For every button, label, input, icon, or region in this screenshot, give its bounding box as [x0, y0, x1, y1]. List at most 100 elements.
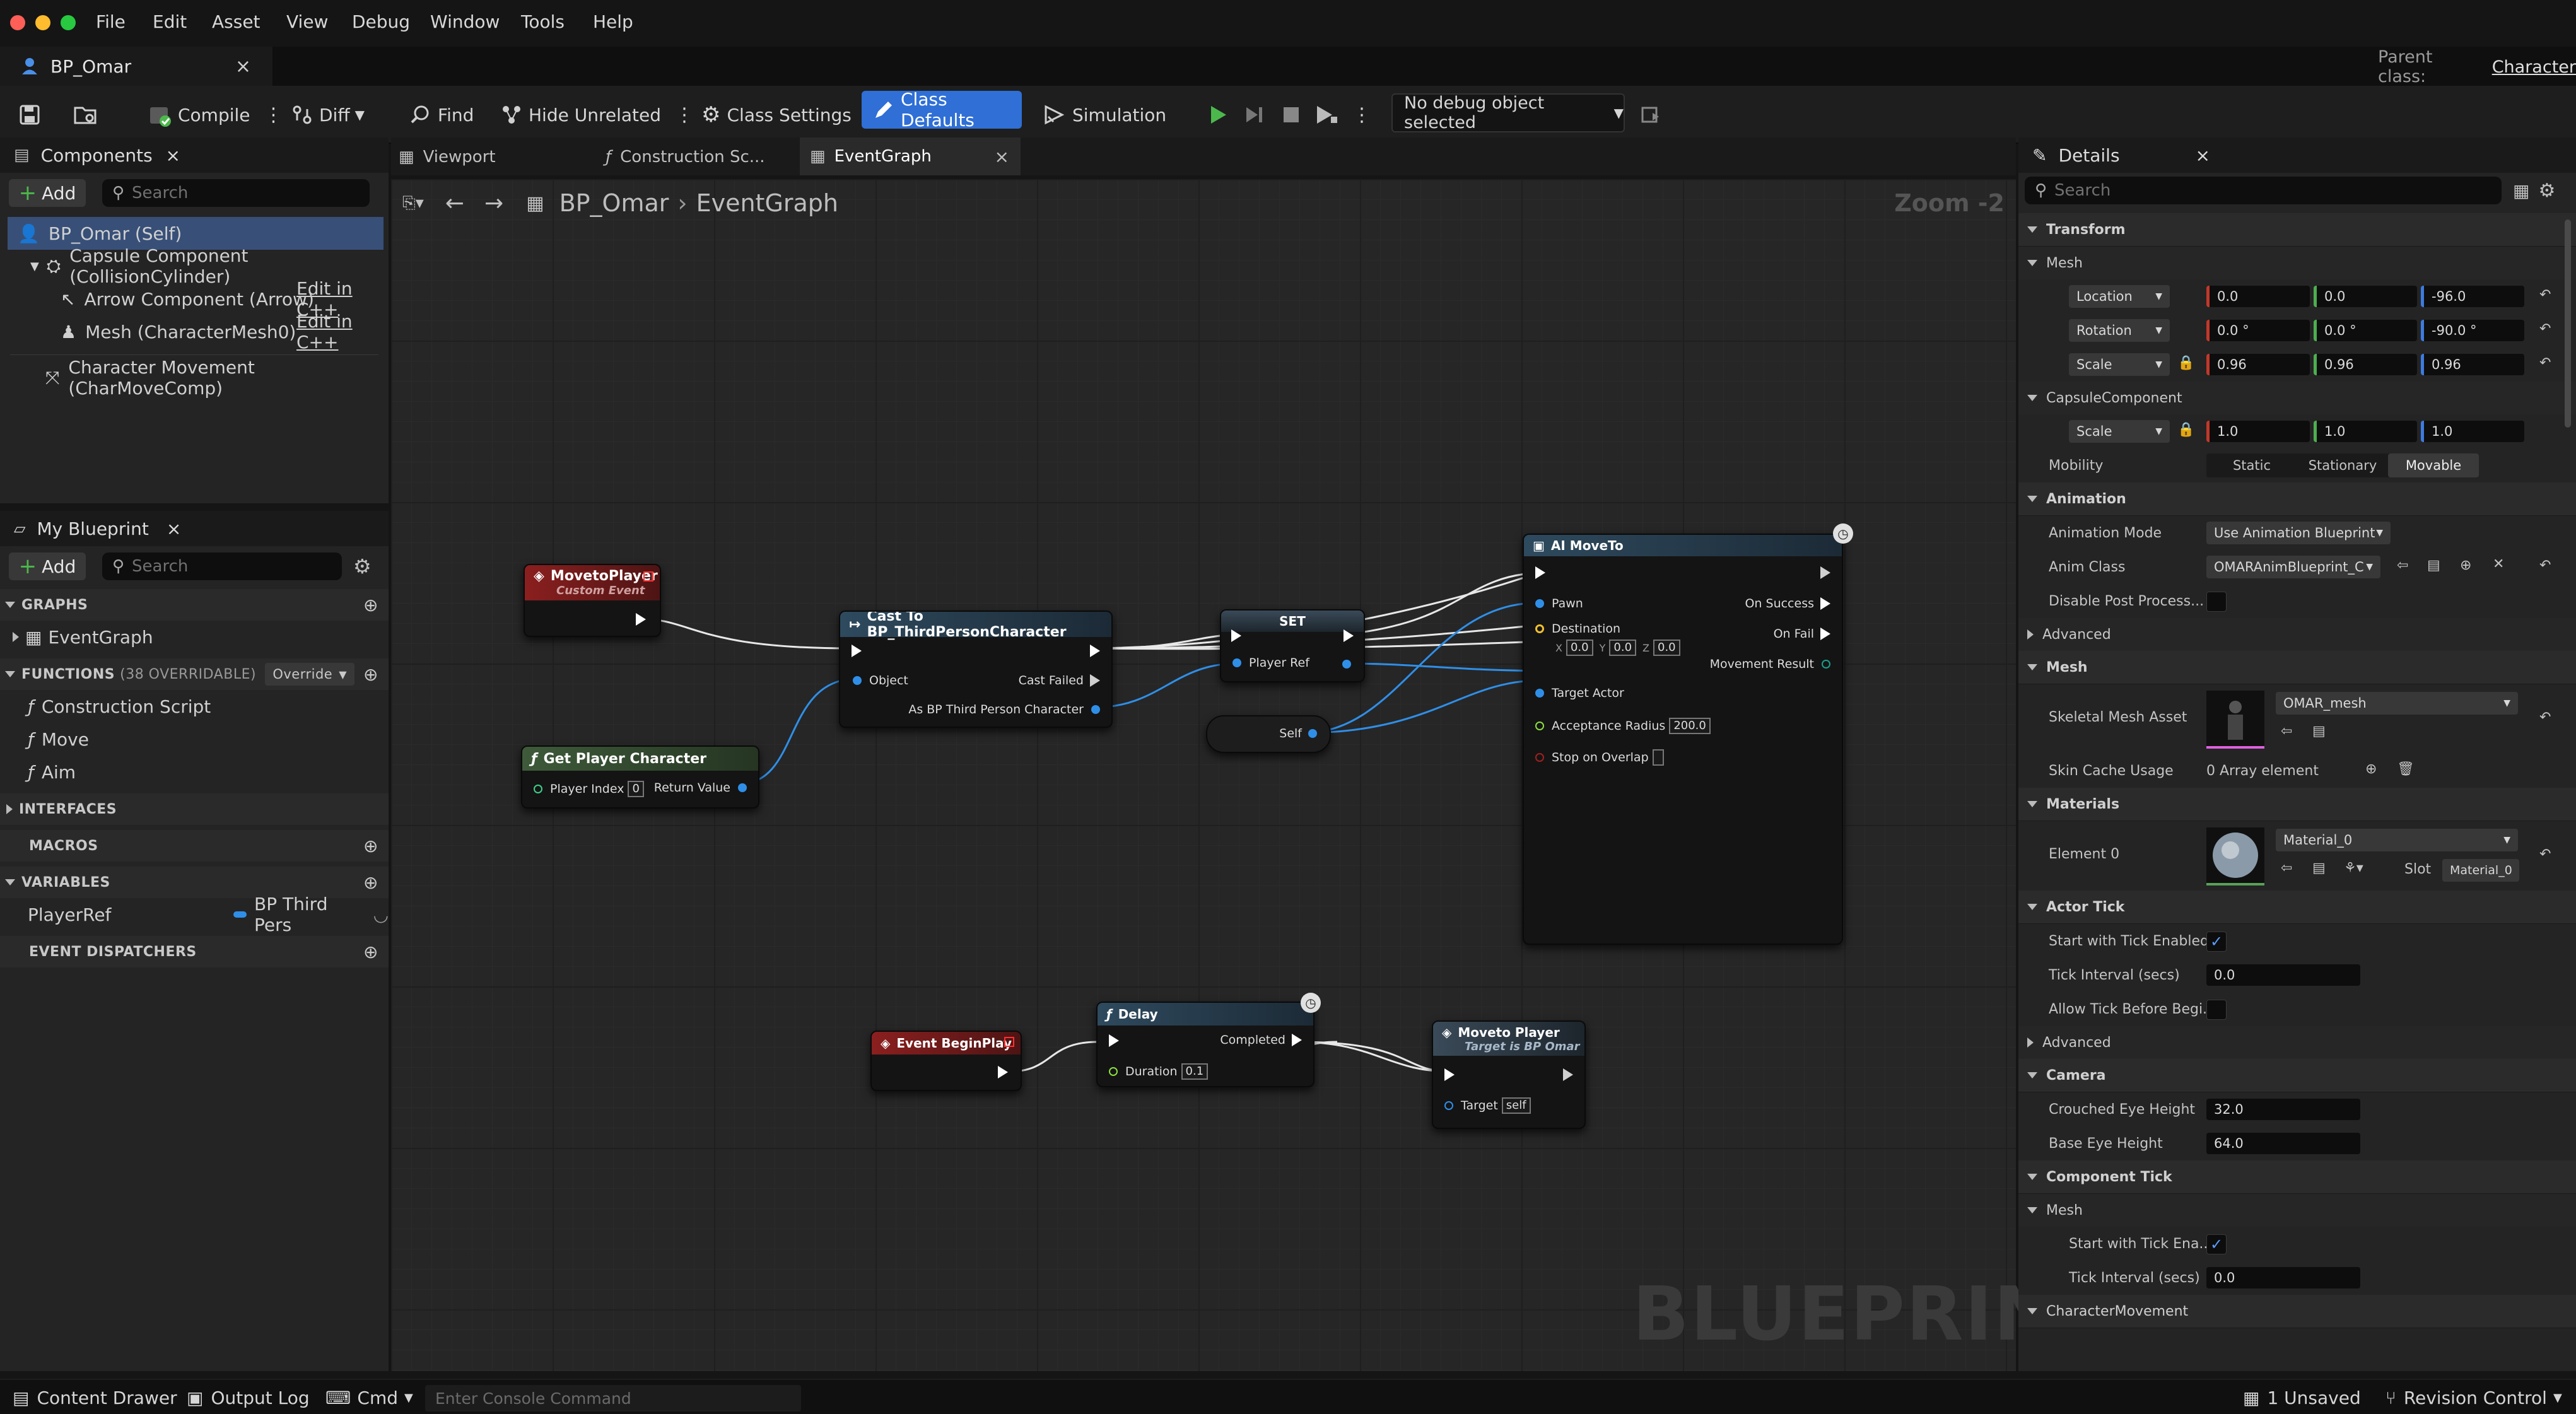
tick-interval-input[interactable]: 0.0 [2206, 964, 2360, 986]
stop-on-overlap-checkbox[interactable] [1652, 749, 1664, 766]
my-blueprint-search-input[interactable]: ⚲ Search [102, 552, 342, 580]
mobility-movable[interactable]: Movable [2388, 453, 2479, 477]
on-success-pin[interactable]: On Success [1745, 597, 1830, 611]
compile-button[interactable]: Compile ⋮ [146, 98, 283, 131]
add-function-icon[interactable]: ⊕ [363, 664, 378, 685]
play-options-icon[interactable]: ⋮ [1352, 104, 1371, 126]
debug-object-dropdown[interactable]: No debug object selected ▼ [1391, 93, 1625, 132]
exec-in-pin[interactable] [852, 645, 862, 657]
document-tab[interactable]: BP_Omar × [0, 47, 272, 86]
scale-dropdown[interactable]: Scale ▼ [2069, 353, 2170, 376]
material-thumbnail[interactable] [2206, 827, 2264, 885]
character-movement-section[interactable]: CharacterMovement [2018, 1295, 2576, 1328]
browse-icon[interactable]: ▤ [2427, 558, 2440, 573]
browse-icon[interactable]: ▤ [2312, 723, 2326, 739]
add-member-button[interactable]: + Add [9, 552, 86, 580]
object-pin[interactable]: Object [853, 674, 908, 687]
node-cast-to[interactable]: ↦ Cast To BP_ThirdPersonCharacter Object… [839, 611, 1113, 728]
capsule-scale-y-input[interactable]: 1.0 [2314, 421, 2417, 442]
camera-section[interactable]: Camera [2018, 1059, 2576, 1092]
node-set[interactable]: SET Player Ref [1220, 609, 1365, 682]
close-panel-icon[interactable]: × [167, 518, 181, 539]
use-selected-icon[interactable]: ⇦ [2397, 558, 2408, 573]
scale-x-input[interactable]: 0.96 [2206, 354, 2310, 375]
transform-section[interactable]: Transform [2018, 213, 2576, 247]
hide-unrelated-button[interactable]: Hide Unrelated ⋮ [501, 98, 694, 131]
variable-item[interactable]: PlayerRef BP Third Pers ◡ [0, 894, 389, 935]
override-dropdown[interactable]: Override ▼ [265, 663, 355, 686]
diff-button[interactable]: Diff ▼ [291, 98, 365, 131]
slot-value[interactable]: Material_0 [2442, 859, 2519, 882]
component-tick-section[interactable]: Component Tick [2018, 1160, 2576, 1194]
exec-out-pin[interactable] [636, 613, 646, 626]
exec-out-pin[interactable] [1820, 566, 1830, 579]
target-pin[interactable]: Target self [1444, 1097, 1531, 1114]
event-dispatchers-section[interactable]: EVENT DISPATCHERS ⊕ [0, 936, 389, 967]
exec-in-pin[interactable] [1231, 629, 1241, 642]
variable-type[interactable]: BP Third Pers ◡ [233, 894, 389, 935]
pawn-pin[interactable]: Pawn [1535, 597, 1583, 611]
visibility-icon[interactable]: ◡ [373, 904, 389, 925]
eject-button[interactable]: ⋮ [1314, 98, 1371, 131]
node-ai-moveto[interactable]: ▣ AI MoveTo Pawn On Success Destination … [1523, 534, 1843, 945]
mobility-stationary[interactable]: Stationary [2297, 458, 2388, 473]
menu-debug[interactable]: Debug [352, 11, 410, 32]
add-component-button[interactable]: + Add [9, 179, 86, 207]
return-value-pin[interactable]: Return Value [654, 781, 747, 795]
add-variable-icon[interactable]: ⊕ [363, 872, 378, 893]
cast-failed-pin[interactable]: Cast Failed [1019, 674, 1100, 687]
edit-in-cpp-link[interactable]: Edit in C++ [296, 311, 389, 353]
disable-post-checkbox[interactable] [2206, 592, 2227, 612]
graph-item-eventgraph[interactable]: ▦ EventGraph [0, 621, 389, 653]
minimize-window-button[interactable] [35, 15, 50, 30]
tab-viewport[interactable]: ▦ Viewport [399, 141, 496, 173]
clear-icon[interactable]: ✕ [2493, 556, 2504, 572]
use-selected-icon[interactable]: ⇦ [2281, 723, 2292, 739]
details-scrollbar[interactable] [2565, 219, 2571, 428]
anim-class-dropdown[interactable]: OMARAnimBlueprint_C ▼ [2206, 556, 2380, 578]
class-settings-button[interactable]: ⚙ Class Settings [701, 98, 852, 131]
player-ref-pin[interactable]: Player Ref [1232, 656, 1309, 670]
function-item[interactable]: ƒ Construction Script [0, 690, 389, 723]
add-element-icon[interactable]: ⊕ [2365, 761, 2377, 777]
node-event-beginplay[interactable]: ◈ Event BeginPlay [870, 1031, 1022, 1091]
component-tick-mesh-subsection[interactable]: Mesh [2018, 1194, 2576, 1227]
location-dropdown[interactable]: Location ▼ [2069, 285, 2170, 308]
node-moveto-player-call[interactable]: ◈ Moveto Player Target is BP Omar Target s… [1432, 1020, 1586, 1129]
completed-pin[interactable]: Completed [1220, 1033, 1302, 1047]
stop-button[interactable] [1280, 98, 1308, 131]
details-search-input[interactable]: ⚲ Search [2025, 177, 2502, 204]
rotation-z-input[interactable]: -90.0 ° [2421, 320, 2524, 341]
actor-tick-advanced[interactable]: Advanced [2018, 1026, 2576, 1059]
menu-file[interactable]: File [96, 11, 126, 32]
destination-x-input[interactable]: 0.0 [1566, 640, 1593, 656]
maximize-window-button[interactable] [61, 15, 76, 30]
add-graph-icon[interactable]: ⊕ [363, 595, 378, 616]
acceptance-radius-input[interactable]: 200.0 [1669, 718, 1711, 734]
capsule-scale-x-input[interactable]: 1.0 [2206, 421, 2310, 442]
macros-section[interactable]: MACROS ⊕ [0, 830, 389, 862]
debug-find-button[interactable] [1640, 98, 1668, 131]
node-get-player-character[interactable]: ƒ Get Player Character Player Index 0 Ret… [521, 745, 759, 809]
reset-icon[interactable]: ↶ [2539, 321, 2551, 337]
interfaces-section[interactable]: INTERFACES [0, 793, 389, 825]
transform-mesh-subsection[interactable]: Mesh [2018, 247, 2576, 279]
reset-icon[interactable]: ↶ [2539, 355, 2551, 371]
materials-section[interactable]: Materials [2018, 788, 2576, 821]
lock-icon[interactable]: 🔒 [2177, 422, 2194, 438]
stop-on-overlap-pin[interactable]: Stop on Overlap [1535, 749, 1664, 766]
player-index-pin[interactable]: Player Index 0 [534, 781, 644, 797]
animation-advanced[interactable]: Advanced [2018, 618, 2576, 651]
capsule-subsection[interactable]: CapsuleComponent [2018, 382, 2576, 414]
find-button[interactable]: Find [410, 98, 474, 131]
menu-asset[interactable]: Asset [212, 11, 261, 32]
play-button[interactable] [1207, 98, 1235, 131]
hide-unrelated-options-icon[interactable]: ⋮ [675, 104, 694, 126]
material-options-icon[interactable]: ⚘▾ [2344, 860, 2363, 876]
close-tab-icon[interactable]: × [995, 146, 1009, 167]
menu-window[interactable]: Window [430, 11, 500, 32]
mobility-static[interactable]: Static [2206, 458, 2297, 473]
revision-control-button[interactable]: ⑂ Revision Control ▼ [2386, 1388, 2562, 1408]
player-ref-out-pin[interactable] [1342, 660, 1351, 669]
target-input[interactable]: self [1501, 1097, 1531, 1114]
